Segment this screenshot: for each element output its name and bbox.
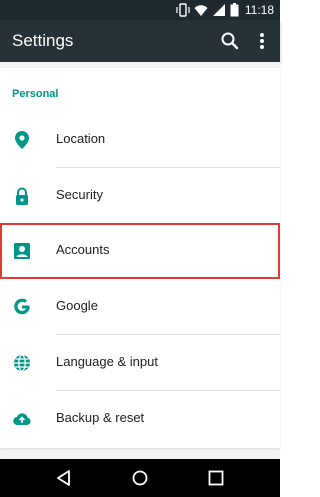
settings-item-google[interactable]: Google	[0, 279, 280, 335]
account-box-icon	[12, 241, 32, 261]
status-icons: 11:18	[176, 2, 274, 18]
back-icon[interactable]	[54, 468, 74, 488]
settings-item-language-input[interactable]: Language & input	[0, 335, 280, 391]
more-vert-icon[interactable]	[254, 31, 270, 51]
status-time: 11:18	[244, 3, 274, 17]
settings-item-location[interactable]: Location	[0, 112, 280, 168]
settings-item-label: Language & input	[56, 354, 158, 369]
settings-item-label: Google	[56, 298, 98, 313]
vibrate-icon	[176, 3, 190, 17]
settings-item-accounts[interactable]: Accounts	[0, 223, 280, 279]
settings-item-label: Security	[56, 187, 103, 202]
location-pin-icon	[12, 130, 32, 150]
search-icon[interactable]	[220, 31, 240, 51]
app-bar: Settings	[0, 20, 280, 62]
settings-item-label: Backup & reset	[56, 410, 145, 425]
settings-item-backup-reset[interactable]: Backup & reset	[0, 391, 280, 447]
section-header-personal: Personal	[12, 88, 59, 100]
recents-icon[interactable]	[206, 468, 226, 488]
signal-icon	[212, 3, 226, 17]
navigation-bar	[0, 459, 280, 497]
home-icon[interactable]	[130, 468, 150, 488]
settings-item-security[interactable]: Security	[0, 168, 280, 224]
wifi-icon	[194, 3, 208, 17]
settings-content: Personal Location Security Accounts Goog…	[0, 62, 280, 459]
globe-icon	[12, 353, 32, 373]
google-icon	[12, 297, 32, 317]
page-title: Settings	[12, 31, 74, 50]
personal-card: Personal Location Security Accounts Goog…	[0, 68, 280, 448]
settings-item-label: Accounts	[56, 242, 110, 257]
battery-icon	[230, 3, 239, 17]
status-bar: 11:18	[0, 0, 280, 20]
settings-item-label: Location	[56, 131, 106, 146]
cloud-upload-icon	[12, 409, 32, 429]
lock-icon	[12, 186, 32, 206]
